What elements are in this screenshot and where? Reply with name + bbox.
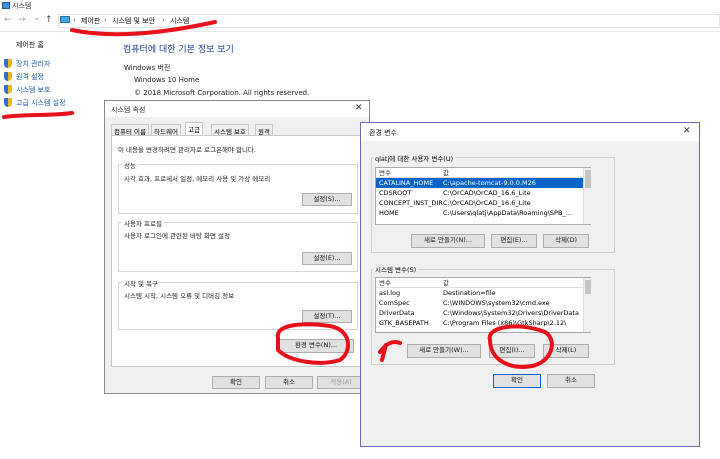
envvars-ok-button[interactable]: 확인 (493, 374, 541, 388)
control-panel-home-link[interactable]: 제어판 홈 (16, 40, 44, 50)
user-new-button[interactable]: 새로 만들기(N)... (411, 234, 485, 248)
list-item[interactable]: ComSpec C:\WINDOWS\system32\cmd.exe (376, 298, 590, 308)
breadcrumb-control-panel[interactable]: 제어판 (81, 16, 100, 26)
system-window-title: 시스템 (12, 2, 32, 10)
list-item[interactable]: asl.log Destination=file (376, 288, 590, 298)
back-arrow-icon[interactable]: ← (4, 15, 12, 25)
performance-label: 성능 (122, 160, 138, 170)
user-delete-button[interactable]: 삭제(D) (543, 234, 589, 248)
system-new-button[interactable]: 새로 만들기(W)... (407, 344, 481, 358)
system-variables-header: 변수 값 (376, 278, 590, 288)
system-window-icon (2, 2, 10, 9)
system-variables-label: 시스템 변수(S) (373, 264, 419, 274)
computer-icon (60, 16, 70, 23)
variable-value: C:\Windows\System32\Drivers\DriverData (443, 309, 579, 317)
variable-name: CDSROOT (379, 189, 412, 197)
shield-icon (4, 98, 12, 107)
admin-note: 이 내용을 변경하려면 관리자로 로그온해야 합니다. (118, 146, 256, 154)
environment-variables-title: 환경 변수 (369, 129, 397, 137)
system-delete-button[interactable]: 삭제(L) (543, 344, 589, 358)
scrollbar-thumb[interactable] (585, 280, 591, 294)
windows-name: Windows 10 Home (134, 76, 200, 84)
user-profiles-settings-button[interactable]: 설정(E)... (302, 252, 352, 265)
shield-icon (4, 72, 12, 81)
list-item[interactable]: GTK_BASEPATH C:\Program Files (x86)\GtkS… (376, 318, 590, 328)
variable-name: GTK_BASEPATH (379, 319, 429, 327)
startup-recovery-desc: 시스템 시작, 시스템 오류 및 디버깅 정보 (124, 292, 235, 300)
remote-settings-link[interactable]: 원격 설정 (16, 72, 44, 82)
list-item[interactable]: HOME C:\Users\qlatj\AppData\Roaming\SPB_… (376, 208, 590, 218)
user-profiles-desc: 사용자 로그인에 관련된 바탕 화면 설정 (124, 232, 231, 240)
user-variables-header: 변수 값 (376, 168, 590, 178)
user-edit-button[interactable]: 편집(E)... (491, 234, 537, 248)
variable-name: ComSpec (379, 299, 410, 307)
variable-value: C:\Users\qlatj\AppData\Roaming\SPB_... (443, 209, 572, 217)
user-list-scrollbar[interactable] (583, 168, 591, 224)
up-arrow-icon[interactable]: ↑ (45, 15, 53, 25)
variable-value: C:\OrCAD\OrCAD_16.6_Lite (443, 189, 531, 197)
breadcrumb-system-security[interactable]: 시스템 및 보안 (112, 16, 155, 26)
shield-icon (4, 85, 12, 94)
environment-variables-dialog: 환경 변수 ✕ qlatj에 대한 사용자 변수(U) 변수 값 CATALIN… (360, 122, 700, 447)
list-item[interactable]: CDSROOT C:\OrCAD\OrCAD_16.6_Lite (376, 188, 590, 198)
shield-icon (4, 59, 12, 68)
breadcrumb-separator: › (162, 16, 165, 24)
close-icon[interactable]: ✕ (683, 126, 691, 136)
variable-value: C:\Program Files (x86)\GtkSharp\2.12\ (443, 319, 567, 327)
user-variables-label: qlatj에 대한 사용자 변수(U) (373, 153, 456, 163)
forward-arrow-icon[interactable]: → (18, 15, 26, 25)
user-profiles-label: 사용자 프로필 (122, 218, 164, 228)
variable-name: CATALINA_HOME (379, 179, 434, 187)
variable-name: HOME (379, 209, 399, 217)
system-window-titlebar: 시스템 (0, 0, 720, 12)
system-properties-titlebar: 시스템 속성 ✕ (105, 101, 369, 117)
system-variables-list[interactable]: 변수 값 asl.log Destination=file ComSpec C:… (375, 277, 591, 333)
startup-recovery-settings-button[interactable]: 설정(T)... (302, 310, 352, 323)
variable-value: Destination=file (443, 289, 496, 297)
column-header-variable: 변수 (379, 279, 391, 287)
page-title: 컴퓨터에 대한 기본 정보 보기 (123, 45, 234, 55)
variable-value: C:\apache-tomcat-9.0.0.M26 (443, 179, 536, 187)
advanced-tab-pane: 이 내용을 변경하려면 관리자로 로그온해야 합니다. 성능 시각 효과, 프로… (111, 135, 365, 367)
performance-desc: 시각 효과, 프로세서 일정, 메모리 사용 및 가상 메모리 (124, 175, 271, 183)
variable-value: C:\OrCAD\OrCAD_16.6_Lite (443, 199, 531, 207)
system-list-scrollbar[interactable] (583, 278, 591, 332)
column-header-value: 값 (443, 279, 449, 287)
variable-name: DriverData (379, 309, 415, 317)
address-box[interactable] (58, 14, 720, 28)
device-manager-link[interactable]: 장치 관리자 (16, 59, 50, 69)
column-header-variable: 변수 (379, 169, 391, 177)
breadcrumb-separator: › (104, 16, 107, 24)
variable-value: C:\WINDOWS\system32\cmd.exe (443, 299, 550, 307)
envvars-cancel-button[interactable]: 취소 (547, 374, 595, 388)
list-item[interactable]: DriverData C:\Windows\System32\Drivers\D… (376, 308, 590, 318)
system-protection-link[interactable]: 시스템 보호 (16, 85, 50, 95)
breadcrumb-system[interactable]: 시스템 (170, 16, 189, 26)
tab-advanced[interactable]: 고급 (185, 122, 203, 136)
variable-name: asl.log (379, 289, 401, 297)
sysprops-apply-button[interactable]: 적용(A) (317, 376, 365, 389)
recent-dropdown-icon[interactable]: ⌄ (33, 13, 41, 23)
environment-variables-button[interactable]: 환경 변수(N)... (278, 339, 354, 353)
scrollbar-thumb[interactable] (585, 170, 591, 188)
breadcrumb-separator: › (73, 16, 76, 24)
advanced-system-settings-link[interactable]: 고급 시스템 설정 (16, 98, 66, 108)
system-edit-button[interactable]: 편집(I)... (489, 344, 535, 358)
performance-group (118, 164, 358, 214)
sysprops-cancel-button[interactable]: 취소 (265, 376, 313, 389)
system-properties-title: 시스템 속성 (111, 106, 146, 114)
close-icon[interactable]: ✕ (355, 103, 363, 113)
windows-edition-label: Windows 버전 (124, 64, 171, 72)
variable-name: CONCEPT_INST_DIR (379, 199, 443, 207)
performance-settings-button[interactable]: 설정(S)... (302, 193, 352, 206)
environment-variables-titlebar: 환경 변수 ✕ (361, 123, 699, 141)
startup-recovery-label: 시작 및 복구 (122, 278, 161, 288)
list-item[interactable]: CATALINA_HOME C:\apache-tomcat-9.0.0.M26 (376, 178, 590, 188)
system-properties-dialog: 시스템 속성 ✕ 컴퓨터 이름 하드웨어 고급 시스템 보호 원격 이 내용을 … (104, 100, 370, 394)
sysprops-ok-button[interactable]: 확인 (212, 376, 260, 389)
copyright-text: © 2018 Microsoft Corporation. All rights… (134, 89, 310, 97)
user-variables-list[interactable]: 변수 값 CATALINA_HOME C:\apache-tomcat-9.0.… (375, 167, 591, 225)
list-item[interactable]: CONCEPT_INST_DIR C:\OrCAD\OrCAD_16.6_Lit… (376, 198, 590, 208)
column-header-value: 값 (443, 169, 449, 177)
